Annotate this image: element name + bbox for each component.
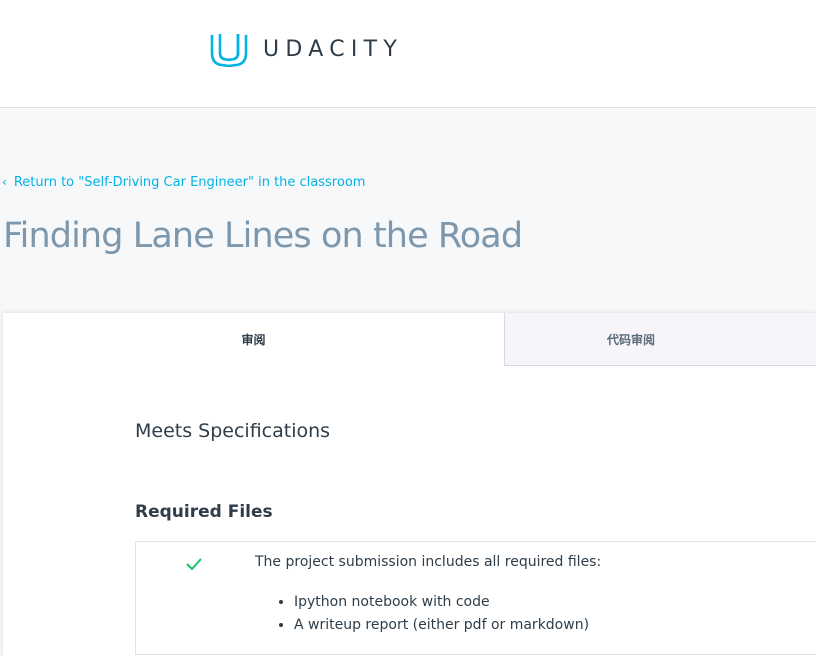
udacity-logo-icon bbox=[210, 34, 248, 67]
return-link-label: Return to "Self-Driving Car Engineer" in… bbox=[13, 175, 366, 190]
chevron-left-icon: ‹ bbox=[2, 175, 7, 189]
tab-review[interactable]: 审阅 bbox=[3, 313, 504, 365]
rubric-item: The project submission includes all requ… bbox=[135, 541, 816, 655]
page-title: Finding Lane Lines on the Road bbox=[3, 216, 523, 256]
tab-review-label: 审阅 bbox=[241, 332, 266, 347]
rubric-description: The project submission includes all requ… bbox=[255, 554, 602, 570]
list-item: Ipython notebook with code bbox=[294, 591, 589, 614]
section-title: Required Files bbox=[135, 502, 273, 522]
list-item: A writeup report (either pdf or markdown… bbox=[294, 614, 589, 637]
tab-code-review[interactable]: 代码审阅 bbox=[504, 313, 816, 366]
tab-code-review-label: 代码审阅 bbox=[606, 332, 655, 347]
udacity-logo[interactable]: UDACITY bbox=[210, 31, 403, 67]
review-status: Meets Specifications bbox=[135, 420, 331, 442]
udacity-wordmark: UDACITY bbox=[263, 36, 404, 62]
check-icon bbox=[186, 558, 202, 570]
site-header: UDACITY bbox=[0, 0, 816, 108]
return-to-classroom-link[interactable]: ‹ Return to "Self-Driving Car Engineer" i… bbox=[2, 175, 365, 190]
rubric-bullet-list: Ipython notebook with code A writeup rep… bbox=[274, 591, 589, 637]
